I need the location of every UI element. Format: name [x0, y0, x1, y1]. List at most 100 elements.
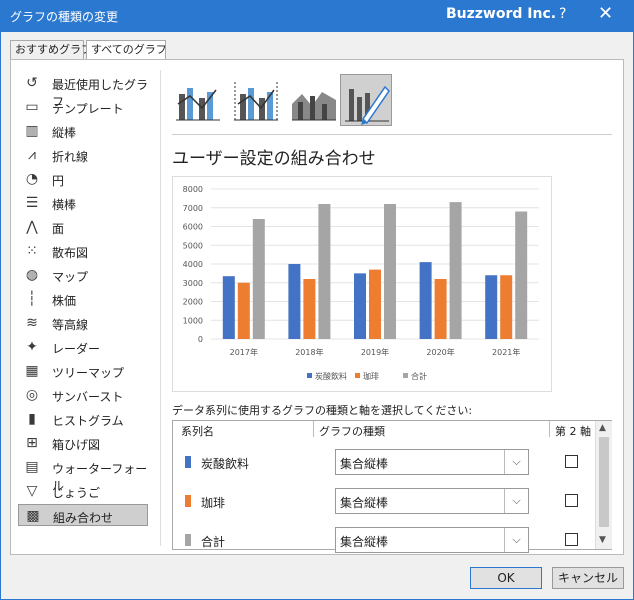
- chart-svg: 0 1000 2000 3000 4000 5000 6000 7000 8000 2017年 20…: [183, 185, 539, 381]
- legend-entry: 珈琲: [363, 371, 379, 381]
- bar-chart-icon: ☰: [25, 195, 39, 211]
- sidebar-item[interactable]: ◍ マップ: [18, 264, 148, 286]
- sidebar-item-label: 組み合わせ: [53, 511, 114, 525]
- y-tick-label: 5000: [183, 241, 203, 250]
- series-name: 炭酸飲料: [201, 457, 250, 471]
- scroll-up-icon[interactable]: ▲: [599, 423, 606, 433]
- folder-icon: ▭: [25, 99, 39, 115]
- sidebar-item[interactable]: ⊞ 箱ひげ図: [18, 432, 148, 454]
- y-tick-label: 8000: [183, 185, 203, 194]
- x-tick-label: 2021年: [492, 347, 520, 357]
- sidebar-item-label: 株価: [52, 294, 77, 308]
- chart-type-value: 集合縦棒: [340, 496, 389, 510]
- tab-all-charts[interactable]: すべてのグラフ: [86, 40, 167, 60]
- bar-total: [318, 204, 331, 339]
- column-chart-icon: ▥: [25, 123, 39, 139]
- chart-type-select[interactable]: 集合縦棒 ⌵: [335, 527, 529, 553]
- sidebar-item[interactable]: ▦ ツリーマップ: [18, 360, 148, 382]
- y-tick-label: 1000: [183, 316, 203, 325]
- secondary-axis-checkbox[interactable]: [565, 494, 578, 507]
- chart-type-select[interactable]: 集合縦棒 ⌵: [335, 488, 529, 514]
- bar-soda: [485, 275, 498, 339]
- sidebar-item[interactable]: ↺ 最近使用したグラフ: [18, 72, 148, 109]
- map-chart-icon: ◍: [25, 267, 39, 283]
- cancel-button[interactable]: キャンセル: [552, 567, 624, 589]
- header-type: グラフの種類: [319, 425, 385, 438]
- chart-type-select[interactable]: 集合縦棒 ⌵: [335, 449, 529, 475]
- recent-icon: ↺: [26, 75, 38, 91]
- scroll-thumb[interactable]: [599, 437, 609, 527]
- sidebar-item[interactable]: ≋ 等高線: [18, 312, 148, 334]
- sidebar-item[interactable]: ▮ ヒストグラム: [18, 408, 148, 430]
- bar-total: [515, 211, 528, 339]
- series-row: 合計 集合縦棒 ⌵: [173, 523, 595, 557]
- sidebar-item[interactable]: ✦ レーダー: [18, 336, 148, 358]
- chart-preview: 0 1000 2000 3000 4000 5000 6000 7000 8000 2017年 20…: [172, 176, 552, 392]
- tab-recommended[interactable]: おすすめグラフ: [10, 40, 92, 60]
- header-series: 系列名: [181, 425, 214, 438]
- sidebar-item-label: 散布図: [52, 246, 89, 260]
- series-swatch: [185, 534, 191, 546]
- bar-soda: [222, 276, 235, 339]
- sidebar-item[interactable]: ◎ サンバースト: [18, 384, 148, 406]
- bar-coffee: [303, 279, 316, 339]
- custom-combo-icon[interactable]: [340, 74, 392, 126]
- clustered-column-line-icon[interactable]: [172, 74, 224, 126]
- legend-entry: 合計: [411, 371, 427, 381]
- combo-chart-icon: ▩: [26, 508, 40, 524]
- chart-type-value: 集合縦棒: [340, 535, 389, 549]
- sidebar-item[interactable]: ▩ 組み合わせ: [18, 504, 148, 526]
- ok-button[interactable]: OK: [470, 567, 542, 589]
- sidebar-item[interactable]: ┆ 株価: [18, 288, 148, 310]
- clustered-column-line-secondary-icon[interactable]: [230, 74, 282, 126]
- bar-coffee: [500, 275, 513, 339]
- legend-entry: 炭酸飲料: [315, 371, 347, 381]
- bar-soda: [354, 273, 366, 339]
- sidebar-item-label: マップ: [52, 270, 89, 284]
- chart-type-value: 集合縦棒: [340, 457, 389, 471]
- area-chart-icon: ⋀: [26, 219, 38, 235]
- sidebar-item-label: ヒストグラム: [52, 414, 124, 428]
- legend-swatch: [403, 373, 408, 378]
- treemap-chart-icon: ▦: [25, 363, 39, 379]
- series-name: 合計: [201, 535, 226, 549]
- series-grid: 系列名 グラフの種類 第 2 軸 炭酸飲料 集合縦棒 ⌵ 珈琲 集合縦棒 ⌵ 合計 集合縦棒 ⌵…: [172, 420, 612, 553]
- heading-rule: [172, 134, 612, 135]
- sidebar-item[interactable]: ⁙ 散布図: [18, 240, 148, 262]
- stacked-area-column-icon[interactable]: [288, 74, 340, 126]
- sidebar-item[interactable]: ▤ ウォーターフォール: [18, 456, 148, 493]
- sidebar-item-label: 箱ひげ図: [52, 438, 101, 452]
- chevron-down-icon[interactable]: ⌵: [504, 489, 528, 513]
- sidebar-item-label: 縦棒: [52, 126, 77, 140]
- sidebar-item-label: レーダー: [52, 342, 101, 356]
- radar-chart-icon: ✦: [26, 339, 38, 355]
- scroll-down-icon[interactable]: ▼: [599, 535, 606, 545]
- secondary-axis-checkbox[interactable]: [565, 455, 578, 468]
- chevron-down-icon[interactable]: ⌵: [504, 528, 528, 552]
- sidebar-item[interactable]: ⋀ 面: [18, 216, 148, 238]
- grid-scrollbar[interactable]: ▲ ▼: [595, 421, 612, 549]
- sidebar-item[interactable]: ▭ テンプレート: [18, 96, 148, 118]
- bar-total: [252, 219, 265, 339]
- sidebar-item-label: 折れ線: [52, 150, 89, 164]
- legend-swatch: [307, 373, 312, 378]
- help-button[interactable]: ?: [559, 6, 566, 22]
- bar-total: [384, 204, 396, 339]
- sidebar-item[interactable]: ⩘ 折れ線: [18, 144, 148, 166]
- funnel-chart-icon: ▽: [26, 483, 38, 499]
- sidebar-item[interactable]: ☰ 横棒: [18, 192, 148, 214]
- y-tick-label: 7000: [183, 204, 203, 213]
- x-tick-label: 2020年: [426, 347, 454, 357]
- grid-header: 系列名 グラフの種類 第 2 軸: [173, 421, 595, 439]
- surface-chart-icon: ≋: [26, 315, 38, 331]
- close-button[interactable]: ✕: [598, 3, 613, 24]
- x-tick-label: 2017年: [230, 347, 258, 357]
- sidebar-item[interactable]: ▽ じょうご: [18, 480, 148, 502]
- sidebar-item[interactable]: ◔ 円: [18, 168, 148, 190]
- secondary-axis-checkbox[interactable]: [565, 533, 578, 546]
- boxwhisker-chart-icon: ⊞: [26, 435, 38, 451]
- chevron-down-icon[interactable]: ⌵: [504, 450, 528, 474]
- sidebar-item[interactable]: ▥ 縦棒: [18, 120, 148, 142]
- bar-total: [449, 202, 462, 339]
- sidebar-item-label: 横棒: [52, 198, 77, 212]
